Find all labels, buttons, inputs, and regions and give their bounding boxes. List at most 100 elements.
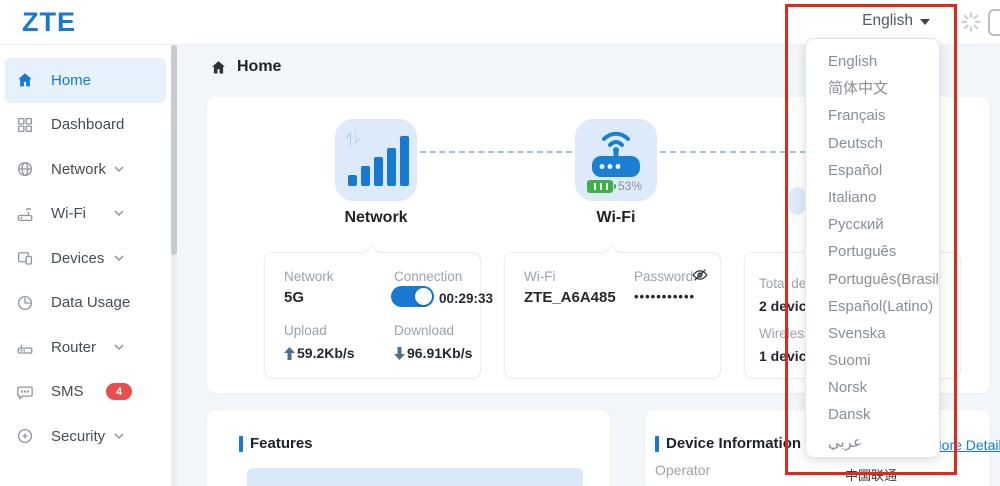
chevron-down-icon: [114, 255, 124, 262]
features-card: Features: [207, 410, 610, 486]
language-option[interactable]: English: [806, 48, 939, 75]
sms-unread-badge: 4: [106, 383, 132, 400]
download-value: 96.91Kb/s: [407, 345, 472, 361]
caret-down-icon: [920, 19, 930, 25]
signal-bars-icon: [348, 136, 409, 186]
arrow-up-icon: [284, 347, 295, 360]
battery-status: 53%: [587, 179, 642, 193]
connection-time-value: 00:29:33: [439, 291, 493, 306]
wireless-devices-label: Wireless: [759, 326, 811, 341]
breadcrumb: Home: [210, 58, 281, 76]
password-visibility-toggle-icon[interactable]: [691, 266, 709, 284]
connection-label: Connection: [394, 269, 462, 284]
download-speed: 96.91Kb/s: [394, 345, 472, 361]
language-option[interactable]: 简体中文: [806, 75, 939, 102]
language-option[interactable]: عربي: [806, 429, 939, 456]
device-information-heading: Device Information: [655, 435, 801, 452]
sidebar-item-security[interactable]: Security: [5, 414, 166, 459]
breadcrumb-label: Home: [237, 58, 281, 76]
network-type-value: 5G: [284, 289, 304, 306]
operator-value: 中国联通: [845, 465, 897, 484]
security-shield-icon: [16, 427, 34, 445]
chevron-down-icon: [114, 166, 124, 173]
wifi-router-icon: [16, 205, 34, 223]
language-option[interactable]: Español(Latino): [806, 293, 939, 320]
toggle-knob: [415, 288, 432, 305]
sidebar-item-network[interactable]: Network: [5, 147, 166, 192]
language-option[interactable]: Norsk: [806, 374, 939, 401]
wifi-stat-card: Wi-Fi ZTE_A6A485 Password •••••••••••: [504, 252, 721, 379]
devices-icon: [16, 249, 34, 267]
sms-icon: [16, 383, 34, 401]
sidebar-item-router[interactable]: Router: [5, 325, 166, 370]
home-icon: [210, 59, 227, 76]
sidebar-item-label: Router: [51, 339, 96, 356]
operator-label: Operator: [655, 462, 710, 478]
upload-speed: 59.2Kb/s: [284, 345, 355, 361]
wifi-router-icon: [586, 123, 646, 186]
language-selector-label: English: [862, 12, 913, 30]
connector-dashed-line: [660, 151, 806, 153]
language-option[interactable]: Français: [806, 102, 939, 129]
language-dropdown-menu: English 简体中文 Français Deutsch Español It…: [805, 38, 940, 458]
language-option[interactable]: Svenska: [806, 320, 939, 347]
card-notch: [604, 245, 620, 261]
zte-logo: ZTE: [22, 7, 76, 38]
features-heading: Features: [239, 435, 313, 452]
upload-label: Upload: [284, 323, 327, 338]
download-label: Download: [394, 323, 454, 338]
features-title: Features: [250, 435, 313, 452]
sidebar-item-sms[interactable]: SMS 4: [5, 370, 166, 415]
more-detail-link[interactable]: More Detail: [930, 437, 1000, 453]
battery-icon: [587, 180, 613, 193]
chevron-down-icon: [114, 433, 124, 440]
language-option[interactable]: Português: [806, 238, 939, 265]
sidebar-item-label: SMS: [51, 383, 84, 400]
language-selector[interactable]: English: [862, 12, 930, 30]
sidebar: Home Dashboard Network Wi-Fi D: [0, 45, 171, 486]
network-node-label: Network: [316, 209, 436, 227]
language-option[interactable]: Español: [806, 157, 939, 184]
section-accent-bar: [239, 436, 243, 452]
language-option[interactable]: Suomi: [806, 347, 939, 374]
card-notch: [364, 245, 380, 261]
language-option[interactable]: Русский: [806, 211, 939, 238]
sidebar-item-label: Security: [51, 428, 105, 445]
device-information-title: Device Information: [666, 435, 801, 452]
zte-router-admin-page: ZTE English Home Dashboard: [0, 0, 1000, 486]
scrollbar[interactable]: [171, 45, 177, 486]
chevron-down-icon: [114, 210, 124, 217]
wifi-label: Wi-Fi: [524, 269, 555, 284]
language-option[interactable]: Português(Brasil): [806, 266, 939, 293]
battery-percentage: 53%: [618, 179, 642, 193]
sidebar-item-devices[interactable]: Devices: [5, 236, 166, 281]
wifi-ssid-value: ZTE_A6A485: [524, 289, 616, 306]
language-option[interactable]: Dansk: [806, 401, 939, 428]
data-usage-icon: [16, 294, 34, 312]
language-option[interactable]: Deutsch: [806, 130, 939, 157]
devices-node-tile-partial: [789, 187, 805, 215]
language-option[interactable]: Italiano: [806, 184, 939, 211]
wifi-node-tile: 53%: [575, 119, 657, 201]
sidebar-item-label: Devices: [51, 250, 104, 267]
arrow-down-icon: [394, 347, 405, 360]
network-label: Network: [284, 269, 334, 284]
sidebar-item-data-usage[interactable]: Data Usage: [5, 281, 166, 326]
connector-dashed-line: [420, 151, 572, 153]
wifi-node-label: Wi-Fi: [556, 209, 676, 227]
sidebar-item-label: Dashboard: [51, 116, 124, 133]
sidebar-item-home[interactable]: Home: [5, 58, 166, 103]
sidebar-item-label: Data Usage: [51, 294, 130, 311]
sidebar-item-wifi[interactable]: Wi-Fi: [5, 192, 166, 237]
section-accent-bar: [655, 436, 659, 452]
features-banner[interactable]: [247, 468, 583, 486]
sidebar-item-label: Home: [51, 72, 91, 89]
scrollbar-thumb[interactable]: [171, 45, 177, 255]
chevron-down-icon: [114, 344, 124, 351]
loading-spinner-icon: [960, 11, 982, 33]
network-node-tile: [335, 119, 417, 201]
connection-toggle[interactable]: [391, 286, 434, 307]
router-icon: [16, 338, 34, 356]
device-status-icon[interactable]: [988, 9, 1000, 36]
sidebar-item-dashboard[interactable]: Dashboard: [5, 103, 166, 148]
